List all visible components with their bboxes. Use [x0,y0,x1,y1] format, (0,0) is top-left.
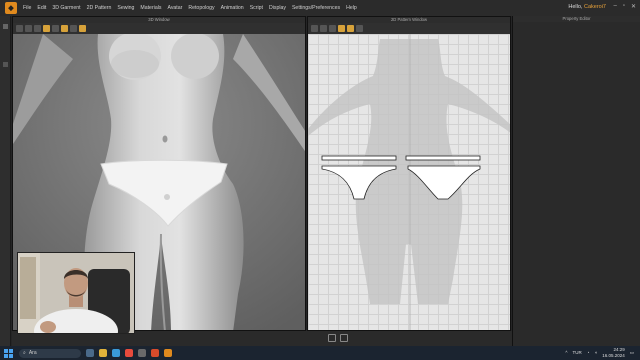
select-move-icon[interactable] [16,25,23,32]
tray-expand-icon[interactable]: ^ [565,350,567,355]
start-button-icon[interactable] [4,348,13,358]
pattern-canvas [308,34,510,330]
edit-curvature-icon[interactable] [329,25,336,32]
edit-pattern-icon[interactable] [320,25,327,32]
search-placeholder: Ara [28,350,37,356]
search-icon: ⌕ [23,350,26,356]
viewport-2d[interactable] [308,34,510,330]
toolbar-3d [13,23,305,34]
file-explorer-icon[interactable] [99,349,107,357]
maximize-icon[interactable]: ▫ [623,3,625,10]
library-icon[interactable] [3,24,8,29]
toolbar-2d [308,23,510,34]
chrome-browser-icon[interactable] [125,349,133,357]
menu-sewing[interactable]: Sewing [117,5,134,11]
measure-icon[interactable] [52,25,59,32]
user-greeting[interactable]: Hello, Cakeroi7 [568,4,606,10]
menu-2d-pattern[interactable]: 2D Pattern [87,5,112,11]
pattern-waistband-front[interactable] [321,155,397,161]
notification-icon[interactable]: ▭ [630,350,634,356]
property-editor: Property Editor [512,16,640,346]
close-icon[interactable]: ✕ [631,3,636,10]
tack-icon[interactable] [34,25,41,32]
menu-retopology[interactable]: Retopology [188,5,214,11]
status-grid-icon[interactable] [340,334,348,342]
property-editor-title: Property Editor [513,16,640,22]
brush-icon[interactable] [70,25,77,32]
recorder-icon[interactable] [151,349,159,357]
menu-bar: ◆ File Edit 3D Garment 2D Pattern Sewing… [0,0,640,16]
panel-2d-pattern-window: 2D Pattern Window [307,16,511,331]
pattern-waistband-back[interactable] [405,155,481,161]
user-name: Cakeroi7 [583,4,606,10]
menu-display[interactable]: Display [269,5,286,11]
app-logo-icon: ◆ [5,2,17,14]
menu-materials[interactable]: Materials [140,5,161,11]
internal-line-icon[interactable] [356,25,363,32]
rectangle-icon[interactable] [347,25,354,32]
menu-settings[interactable]: Settings/Preferences [292,5,340,11]
system-tray: ^ TUR ◔ ◖ 24:29 16.05.2024 ▭ [565,347,634,358]
fold-icon[interactable] [25,25,32,32]
menu-avatar[interactable]: Avatar [167,5,182,11]
greeting-text: Hello, [568,4,583,10]
network-icon[interactable]: ◔ [587,350,590,355]
transform-pattern-icon[interactable] [311,25,318,32]
taskview-icon[interactable] [86,349,94,357]
menu-help[interactable]: Help [346,5,357,11]
app-icon-5[interactable] [138,349,146,357]
os-taskbar: ⌕ Ara ^ TUR ◔ ◖ 24:29 16.05.2024 ▭ [0,346,640,360]
sidebar-toggle-icon[interactable] [3,62,8,67]
clock-date: 16.05.2024 [602,352,625,358]
left-side-strip [0,16,11,346]
avatar-icon[interactable] [61,25,68,32]
clock[interactable]: 24:29 16.05.2024 [602,347,625,358]
menu-edit[interactable]: Edit [37,5,46,11]
simulate-icon[interactable] [79,25,86,32]
clo3d-taskbar-icon[interactable] [164,349,172,357]
menu-3d-garment[interactable]: 3D Garment [52,5,80,11]
webcam-overlay [17,252,135,334]
edge-browser-icon[interactable] [112,349,120,357]
clo3d-app: ◆ File Edit 3D Garment 2D Pattern Sewing… [0,0,640,346]
menu-script[interactable]: Script [250,5,263,11]
language-indicator[interactable]: TUR [573,350,582,355]
status-layout-icon[interactable] [328,334,336,342]
taskbar-search[interactable]: ⌕ Ara [19,348,81,358]
window-controls: – ▫ ✕ [613,3,636,10]
menu-animation[interactable]: Animation [221,5,244,11]
pin-icon[interactable] [43,25,50,32]
menu-file[interactable]: File [23,5,31,11]
minimize-icon[interactable]: – [613,3,616,10]
polygon-icon[interactable] [338,25,345,32]
volume-icon[interactable]: ◖ [594,350,597,355]
presenter-video [18,253,134,333]
